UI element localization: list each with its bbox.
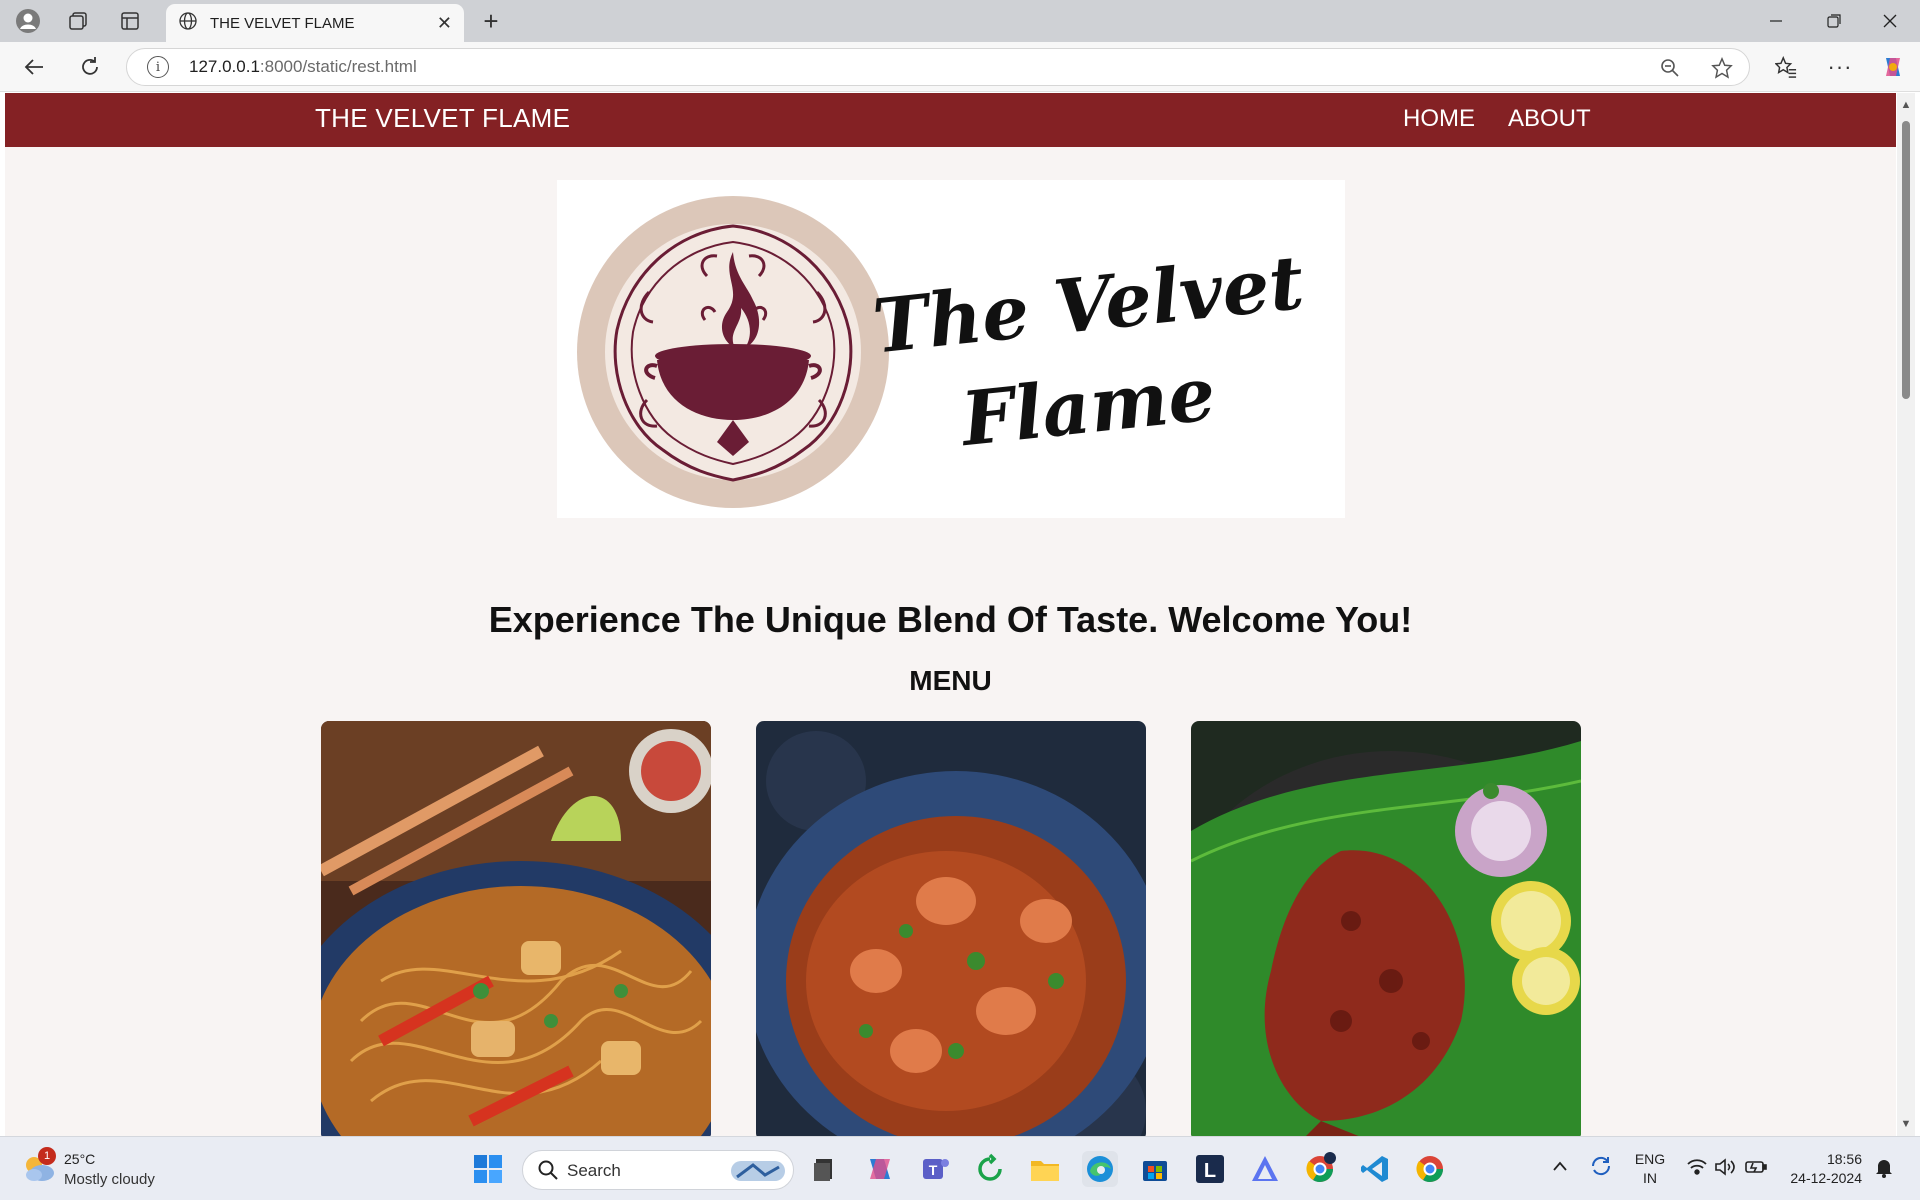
chrome-profile-icon[interactable] — [1302, 1151, 1338, 1187]
scroll-up-arrow-icon[interactable]: ▲ — [1900, 99, 1912, 111]
page-scrollbar[interactable]: ▲ ▼ — [1897, 93, 1915, 1136]
language-indicator[interactable]: ENG IN — [1630, 1151, 1670, 1186]
new-tab-button[interactable]: + — [474, 6, 508, 36]
close-window-button[interactable] — [1862, 0, 1918, 42]
browser-tab-bar: THE VELVET FLAME ✕ + — [0, 0, 1920, 42]
nav-home-link[interactable]: HOME — [1403, 105, 1475, 133]
file-explorer-icon[interactable] — [1027, 1151, 1063, 1187]
profile-icon[interactable] — [8, 6, 48, 36]
url-text[interactable]: 127.0.0.1:8000/static/rest.html — [189, 57, 417, 77]
windows-taskbar: 1 25°C Mostly cloudy Search T L ENG IN 1… — [0, 1136, 1920, 1200]
site-navbar: THE VELVET FLAME HOME ABOUT — [5, 93, 1896, 147]
noodles-photo — [321, 721, 711, 1136]
tab-title: THE VELVET FLAME — [210, 14, 355, 32]
copilot-icon[interactable] — [1875, 49, 1911, 85]
favorites-icon[interactable] — [1768, 49, 1804, 85]
battery-icon[interactable] — [1744, 1157, 1768, 1182]
triangle-app-icon[interactable] — [1247, 1151, 1283, 1187]
weather-badge: 1 — [38, 1147, 56, 1165]
back-button[interactable] — [16, 49, 52, 85]
dish-card-fish-fry[interactable] — [1191, 721, 1581, 1136]
welcome-tagline: Experience The Unique Blend Of Taste. We… — [488, 599, 1413, 640]
svg-text:T: T — [929, 1162, 938, 1178]
volume-icon[interactable] — [1714, 1157, 1736, 1182]
dish-card-noodles[interactable] — [321, 721, 711, 1136]
microsoft-store-icon[interactable] — [1137, 1151, 1173, 1187]
svg-text:L: L — [1204, 1160, 1216, 1182]
teams-icon[interactable]: T — [917, 1151, 953, 1187]
minimize-button[interactable] — [1748, 0, 1804, 42]
site-brand[interactable]: THE VELVET FLAME — [315, 103, 570, 134]
address-bar[interactable]: i 127.0.0.1:8000/static/rest.html — [126, 48, 1750, 86]
page-viewport: THE VELVET FLAME HOME ABOUT The Velvet F… — [5, 93, 1896, 1136]
dish-card-shrimp-curry[interactable] — [756, 721, 1146, 1136]
search-label: Search — [567, 1161, 621, 1180]
search-icon — [537, 1159, 559, 1186]
zoom-icon[interactable] — [1655, 53, 1685, 83]
logo-text-line2: Flame — [956, 351, 1220, 463]
notification-bell-icon[interactable] — [1874, 1157, 1894, 1184]
favorite-star-icon[interactable] — [1707, 53, 1737, 83]
chrome-icon[interactable] — [1412, 1151, 1448, 1187]
chevron-up-icon[interactable] — [1552, 1159, 1568, 1177]
menu-heading: MENU — [909, 665, 992, 696]
weather-temp: 25°C — [64, 1151, 96, 1167]
fish-fry-photo — [1191, 721, 1581, 1136]
site-info-icon[interactable]: i — [147, 56, 169, 78]
shrimp-curry-photo — [756, 721, 1146, 1136]
logo-text-line1: The Velvet — [869, 240, 1307, 371]
windows-start-icon[interactable] — [470, 1151, 506, 1187]
scroll-thumb[interactable] — [1902, 121, 1910, 399]
browser-toolbar: i 127.0.0.1:8000/static/rest.html ··· — [0, 42, 1920, 92]
copilot-app-icon[interactable] — [862, 1151, 898, 1187]
taskbar-search[interactable]: Search — [522, 1150, 794, 1190]
edge-browser-icon[interactable] — [1082, 1151, 1118, 1187]
tab-velvet-flame[interactable]: THE VELVET FLAME ✕ — [166, 4, 464, 42]
search-highlight-icon — [729, 1157, 787, 1190]
l-app-icon[interactable]: L — [1192, 1151, 1228, 1187]
task-view-icon[interactable] — [806, 1151, 842, 1187]
scroll-down-arrow-icon[interactable]: ▼ — [1900, 1118, 1912, 1130]
wifi-icon[interactable] — [1686, 1157, 1708, 1182]
more-options-icon[interactable]: ··· — [1822, 49, 1858, 85]
tab-actions-icon[interactable] — [110, 6, 150, 36]
weather-desc: Mostly cloudy — [64, 1171, 155, 1188]
restore-button[interactable] — [1806, 0, 1862, 42]
restaurant-logo: The Velvet Flame — [557, 180, 1345, 518]
vscode-icon[interactable] — [1357, 1151, 1393, 1187]
close-tab-icon[interactable]: ✕ — [437, 13, 452, 34]
green-sync-icon[interactable] — [972, 1151, 1008, 1187]
clock[interactable]: 18:56 24-12-2024 — [1782, 1151, 1862, 1186]
sync-tray-icon[interactable] — [1588, 1153, 1614, 1184]
workspaces-icon[interactable] — [58, 6, 98, 36]
refresh-button[interactable] — [72, 49, 108, 85]
nav-about-link[interactable]: ABOUT — [1508, 105, 1591, 133]
globe-icon — [178, 11, 198, 36]
